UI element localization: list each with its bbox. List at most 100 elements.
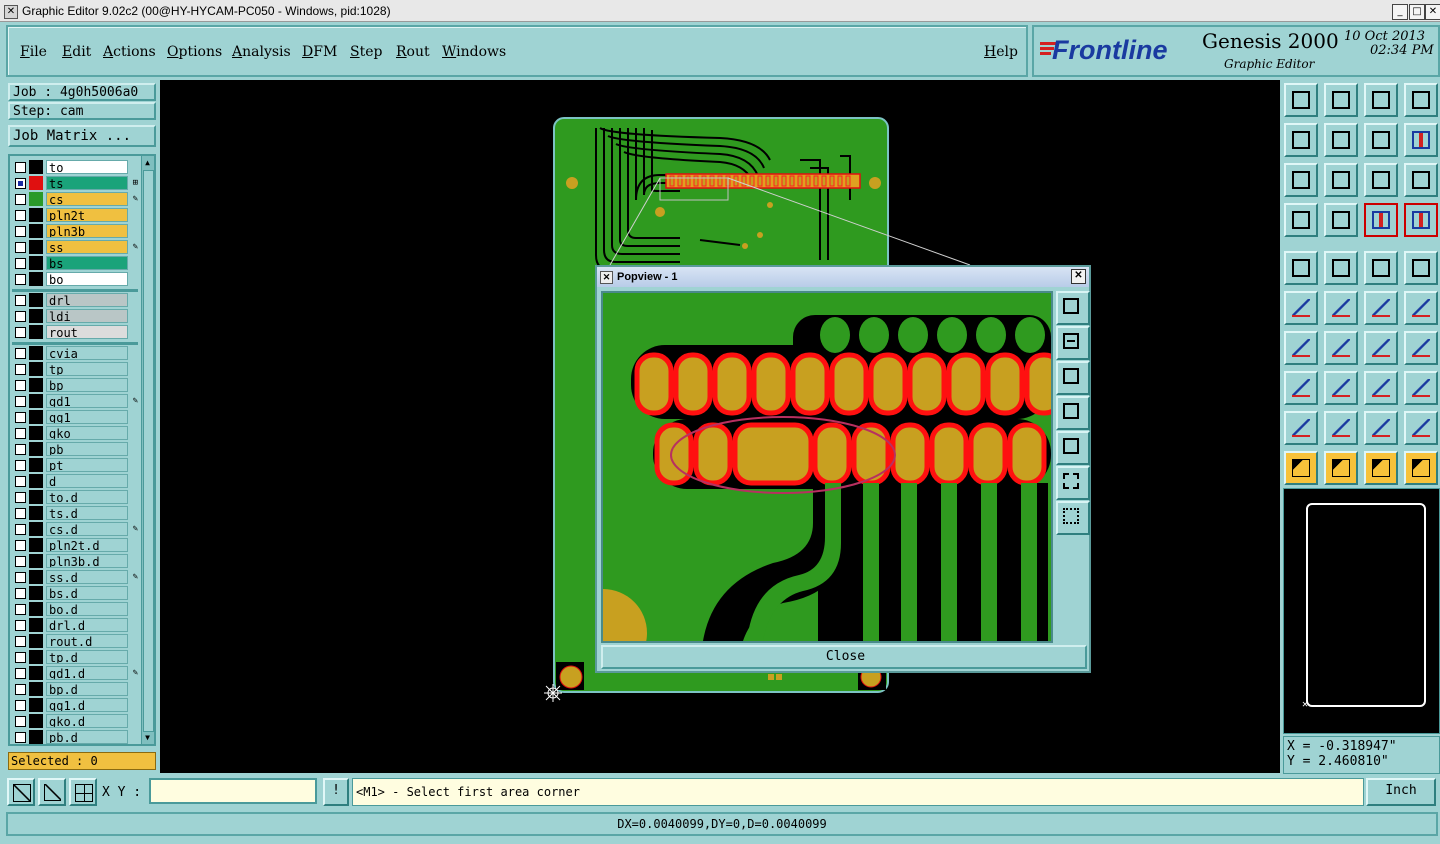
layer-color-swatch[interactable]: [29, 224, 43, 238]
zoom-home-icon[interactable]: [1284, 83, 1318, 117]
layer-row-rout-d[interactable]: rout.d: [10, 634, 140, 648]
layer-name[interactable]: tp.d: [46, 650, 128, 664]
layer-color-swatch[interactable]: [29, 634, 43, 648]
layer-row-d[interactable]: d: [10, 474, 140, 488]
layer-color-swatch[interactable]: [29, 458, 43, 472]
layer-name[interactable]: pb.d: [46, 730, 128, 744]
layer-name[interactable]: cvia: [46, 346, 128, 360]
layer-checkbox[interactable]: [15, 604, 26, 615]
pan-right-icon[interactable]: [1324, 123, 1358, 157]
undo-view-icon[interactable]: [1364, 123, 1398, 157]
layer-name[interactable]: ts: [46, 176, 128, 190]
layer-name[interactable]: gd1: [46, 394, 128, 408]
layer-name[interactable]: rout: [46, 325, 128, 339]
layer-color-swatch[interactable]: [29, 650, 43, 664]
line-select-icon[interactable]: [1324, 331, 1358, 365]
layer-checkbox[interactable]: [15, 668, 26, 679]
layer-checkbox[interactable]: [15, 364, 26, 375]
layer-color-swatch[interactable]: [29, 666, 43, 680]
popview-center-icon[interactable]: [1056, 501, 1090, 535]
layer-checkbox[interactable]: [15, 476, 26, 487]
snap-red-icon[interactable]: [1364, 203, 1398, 237]
layer-color-swatch[interactable]: [29, 506, 43, 520]
layer-checkbox[interactable]: [15, 226, 26, 237]
snap-angle-icon[interactable]: [38, 778, 66, 806]
layer-scrollbar[interactable]: ▲ ▼: [141, 156, 154, 744]
layer-name[interactable]: gko.d: [46, 714, 128, 728]
abort-button[interactable]: !: [323, 778, 349, 806]
popview-pan-right-icon[interactable]: [1056, 431, 1090, 465]
layer-name[interactable]: pb: [46, 442, 128, 456]
layer-row-ss-d[interactable]: ss.d ✎: [10, 570, 140, 584]
layer-color-swatch[interactable]: [29, 538, 43, 552]
layer-name[interactable]: pln2t: [46, 208, 128, 222]
fiducial-icon[interactable]: [1404, 331, 1438, 365]
split-view-icon[interactable]: [1404, 83, 1438, 117]
menu-file[interactable]: File: [20, 44, 47, 60]
layer-row-pb[interactable]: pb: [10, 442, 140, 456]
distance-icon[interactable]: [1364, 371, 1398, 405]
menu-help[interactable]: Help: [984, 44, 1018, 60]
measure-tools-icon[interactable]: [1284, 203, 1318, 237]
popview-canvas[interactable]: [601, 291, 1053, 643]
layer-name[interactable]: pln2t.d: [46, 538, 128, 552]
layer-color-swatch[interactable]: [29, 522, 43, 536]
snap-off-icon[interactable]: [7, 778, 35, 806]
layer-color-swatch[interactable]: [29, 362, 43, 376]
zoom-profile-icon[interactable]: [1324, 163, 1358, 197]
layer-color-swatch[interactable]: [29, 346, 43, 360]
layer-checkbox[interactable]: [15, 540, 26, 551]
menu-actions[interactable]: Actions: [103, 44, 156, 60]
home-view-icon[interactable]: [1364, 83, 1398, 117]
layer-checkbox[interactable]: [15, 700, 26, 711]
layer-row-to-d[interactable]: to.d: [10, 490, 140, 504]
layer-row-to[interactable]: to: [10, 160, 140, 174]
layer-checkbox[interactable]: [15, 396, 26, 407]
point-snap-icon[interactable]: [1404, 291, 1438, 325]
layer-name[interactable]: pt: [46, 458, 128, 472]
layer-row-gd1[interactable]: gd1 ✎: [10, 394, 140, 408]
job-matrix-button[interactable]: Job Matrix ...: [8, 125, 156, 147]
layer-name[interactable]: gd1.d: [46, 666, 128, 680]
layer-name[interactable]: gko: [46, 426, 128, 440]
popview-pan-left-icon[interactable]: [1056, 396, 1090, 430]
layer-row-rout[interactable]: rout: [10, 325, 140, 339]
layer-color-swatch[interactable]: [29, 309, 43, 323]
scroll-up-icon[interactable]: ▲: [143, 158, 152, 167]
layer-color-swatch[interactable]: [29, 192, 43, 206]
layer-checkbox[interactable]: [15, 242, 26, 253]
snap-contour-icon[interactable]: [1324, 251, 1358, 285]
layer-color-swatch[interactable]: [29, 602, 43, 616]
shapes-icon[interactable]: [1404, 371, 1438, 405]
layer-color-swatch[interactable]: [29, 490, 43, 504]
layer-checkbox[interactable]: [15, 327, 26, 338]
layer-row-pln2t[interactable]: pln2t: [10, 208, 140, 222]
layer-row-drl-d[interactable]: drl.d: [10, 618, 140, 632]
line-snap-icon[interactable]: [1364, 291, 1398, 325]
layer-checkbox[interactable]: [15, 588, 26, 599]
layer-checkbox[interactable]: [15, 652, 26, 663]
select-arrow-circle-icon[interactable]: [1364, 451, 1398, 485]
layer-color-swatch[interactable]: [29, 474, 43, 488]
layer-checkbox[interactable]: [15, 428, 26, 439]
zoom-out-icon[interactable]: [1324, 83, 1358, 117]
snap-grid-toggle-icon[interactable]: [69, 778, 97, 806]
layer-name[interactable]: bo: [46, 272, 128, 286]
layer-checkbox[interactable]: [15, 380, 26, 391]
layer-checkbox[interactable]: [15, 684, 26, 695]
layer-checkbox[interactable]: [15, 508, 26, 519]
select-path-icon[interactable]: [1404, 451, 1438, 485]
layer-color-swatch[interactable]: [29, 698, 43, 712]
layer-row-bo[interactable]: bo: [10, 272, 140, 286]
pan-left-icon[interactable]: [1284, 123, 1318, 157]
layer-row-gko-d[interactable]: gko.d: [10, 714, 140, 728]
close-window-button[interactable]: ✕: [1425, 4, 1440, 20]
layer-name[interactable]: drl: [46, 293, 128, 307]
layer-color-swatch[interactable]: [29, 208, 43, 222]
menu-edit[interactable]: Edit: [62, 44, 91, 60]
layer-checkbox[interactable]: [15, 556, 26, 567]
layer-color-swatch[interactable]: [29, 240, 43, 254]
layer-name[interactable]: ss.d: [46, 570, 128, 584]
popview-zoom-out-icon[interactable]: [1056, 361, 1090, 395]
layer-name[interactable]: to: [46, 160, 128, 174]
